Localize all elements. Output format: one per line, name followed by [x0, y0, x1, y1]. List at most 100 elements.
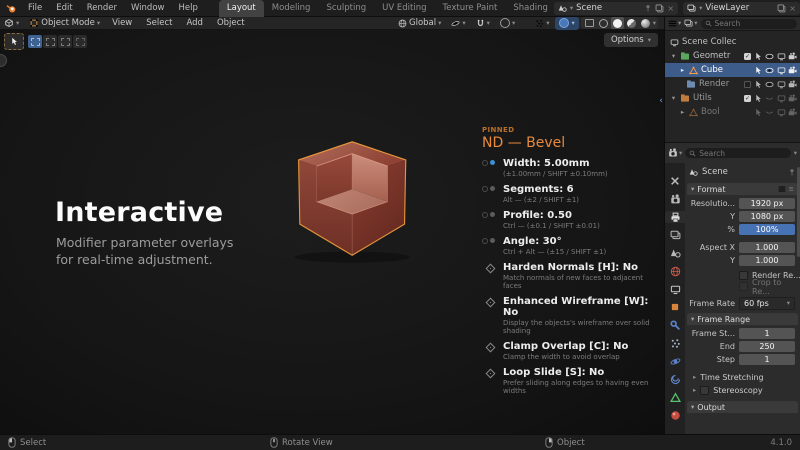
properties-search-input[interactable]: Search	[685, 148, 790, 158]
eye-icon[interactable]	[765, 66, 774, 75]
outliner-row-render[interactable]: Render	[665, 77, 800, 91]
eye-closed-icon[interactable]	[765, 108, 774, 117]
monitor-icon[interactable]	[777, 66, 786, 75]
select-mode-extend-icon[interactable]	[43, 35, 57, 48]
tab-particles[interactable]	[665, 337, 685, 349]
field-resolution-x[interactable]: Resolutio... 1920 px	[685, 197, 795, 209]
show-overlays-toggle[interactable]: ▾	[555, 17, 578, 30]
tab-shading[interactable]: Shading	[505, 0, 549, 17]
scene-name[interactable]: Scene	[576, 3, 641, 13]
outliner-filter-button[interactable]: ▾	[684, 19, 697, 28]
selectable-icon[interactable]	[754, 66, 763, 75]
eye-icon[interactable]	[765, 52, 774, 61]
field-frame-step[interactable]: Step 1	[685, 353, 795, 365]
menu-object[interactable]: Object	[211, 18, 251, 28]
editor-type-button[interactable]: ▾	[668, 148, 682, 158]
menu-window[interactable]: Window	[124, 0, 172, 17]
monitor-icon[interactable]	[777, 80, 786, 89]
shading-dropdown[interactable]: ▾	[653, 20, 656, 27]
select-mode-subtract-icon[interactable]	[58, 35, 72, 48]
tab-scene[interactable]	[665, 247, 685, 259]
menu-help[interactable]: Help	[171, 0, 204, 17]
select-mode-intersect-icon[interactable]	[73, 35, 87, 48]
active-tool-select-box[interactable]	[4, 33, 24, 50]
camera-icon[interactable]	[788, 108, 797, 117]
menu-icon[interactable]: ≡	[789, 186, 794, 193]
outliner-row-bool[interactable]: ▸ Bool	[665, 105, 800, 119]
exclude-checkbox[interactable]: ✓	[744, 53, 751, 60]
viewport-3d[interactable]: Options▾ ‹ Interactive Modifier paramete…	[0, 30, 664, 434]
tab-physics[interactable]	[665, 355, 685, 367]
cube-object[interactable]	[235, 130, 460, 345]
shading-material[interactable]	[625, 17, 638, 29]
viewlayer-selector[interactable]: ▾ ViewLayer ×	[683, 2, 800, 15]
monitor-icon[interactable]	[777, 52, 786, 61]
exclude-checkbox[interactable]	[744, 81, 751, 88]
monitor-icon[interactable]	[777, 94, 786, 103]
shading-solid[interactable]	[611, 17, 624, 29]
outliner-row-geometry[interactable]: ▾ Geometr ✓	[665, 49, 800, 63]
tab-output[interactable]	[665, 211, 685, 223]
tab-constraints[interactable]	[665, 373, 685, 385]
selectable-icon[interactable]	[754, 80, 763, 89]
tab-uv-editing[interactable]: UV Editing	[374, 0, 434, 17]
scene-selector[interactable]: ▾ Scene ×	[554, 2, 678, 15]
selectable-icon[interactable]	[754, 52, 763, 61]
exclude-checkbox[interactable]: ✓	[744, 95, 751, 102]
tab-layout[interactable]: Layout	[219, 0, 264, 17]
shading-rendered[interactable]	[639, 17, 652, 29]
field-frame-end[interactable]: End 250	[685, 340, 795, 352]
chevron-down-icon[interactable]: ▾	[794, 150, 797, 157]
new-scene-icon[interactable]	[655, 4, 664, 13]
pin-icon[interactable]	[788, 168, 796, 176]
selectable-icon[interactable]	[754, 94, 763, 103]
outliner-display-mode[interactable]: ▾	[668, 19, 681, 28]
tab-view-layer[interactable]	[665, 229, 685, 241]
section-frame-range[interactable]: ▾ Frame Range	[687, 313, 798, 325]
editor-type-button[interactable]: ▾	[0, 17, 23, 30]
camera-icon[interactable]	[788, 52, 797, 61]
section-output[interactable]: ▾ Output	[687, 401, 798, 413]
tab-world[interactable]	[665, 265, 685, 277]
menu-view[interactable]: View	[106, 18, 138, 28]
mode-selector[interactable]: Object Mode▾	[25, 17, 104, 30]
section-time-stretching[interactable]: ▸ Time Stretching	[693, 371, 800, 384]
outliner-search-input[interactable]: Search	[701, 19, 797, 29]
tab-modeling[interactable]: Modeling	[264, 0, 319, 17]
section-format[interactable]: ▾ Format ≡	[687, 183, 798, 195]
proportional-editing-toggle[interactable]: ▾	[496, 17, 519, 30]
options-button[interactable]: Options▾	[604, 33, 658, 47]
monitor-icon[interactable]	[777, 108, 786, 117]
tab-modifiers[interactable]	[665, 319, 685, 331]
close-icon[interactable]: ×	[667, 4, 674, 13]
sidebar-collapse-arrow[interactable]: ‹	[659, 96, 663, 106]
show-gizmo-toggle[interactable]: ▾	[531, 17, 553, 30]
transform-orientation-selector[interactable]: Global▾	[394, 17, 445, 30]
tab-texture-paint[interactable]: Texture Paint	[435, 0, 506, 17]
xray-toggle[interactable]	[583, 17, 596, 29]
field-aspect-y[interactable]: Y 1.000	[685, 254, 795, 266]
field-resolution-percent[interactable]: % 100%	[685, 223, 795, 235]
field-resolution-y[interactable]: Y 1080 px	[685, 210, 795, 222]
camera-icon[interactable]	[788, 66, 797, 75]
select-mode-box-icon[interactable]	[28, 35, 42, 48]
menu-edit[interactable]: Edit	[49, 0, 79, 17]
outliner-row-scene-collection[interactable]: Scene Collec	[665, 35, 800, 49]
pin-icon[interactable]	[644, 4, 652, 12]
camera-icon[interactable]	[788, 94, 797, 103]
new-layer-icon[interactable]	[777, 4, 786, 13]
tab-sculpting[interactable]: Sculpting	[318, 0, 374, 17]
expand-arrow-icon[interactable]: ▸	[679, 66, 686, 74]
section-stereoscopy[interactable]: ▸ Stereoscopy	[693, 384, 800, 397]
tab-object-data[interactable]	[665, 391, 685, 403]
field-frame-rate[interactable]: Frame Rate 60 fps▾	[685, 297, 795, 309]
checkbox-crop-to-region[interactable]: Crop to Re...	[739, 281, 800, 292]
eye-icon[interactable]	[765, 80, 774, 89]
checkbox-icon[interactable]	[700, 386, 709, 395]
tab-render[interactable]	[665, 193, 685, 205]
selectable-icon[interactable]	[754, 108, 763, 117]
expand-arrow-icon[interactable]: ▸	[679, 108, 686, 116]
eye-closed-icon[interactable]	[765, 94, 774, 103]
outliner-row-cube-selected[interactable]: ▸ Cube	[665, 63, 800, 77]
outliner-row-utils[interactable]: ▾ Utils ✓	[665, 91, 800, 105]
